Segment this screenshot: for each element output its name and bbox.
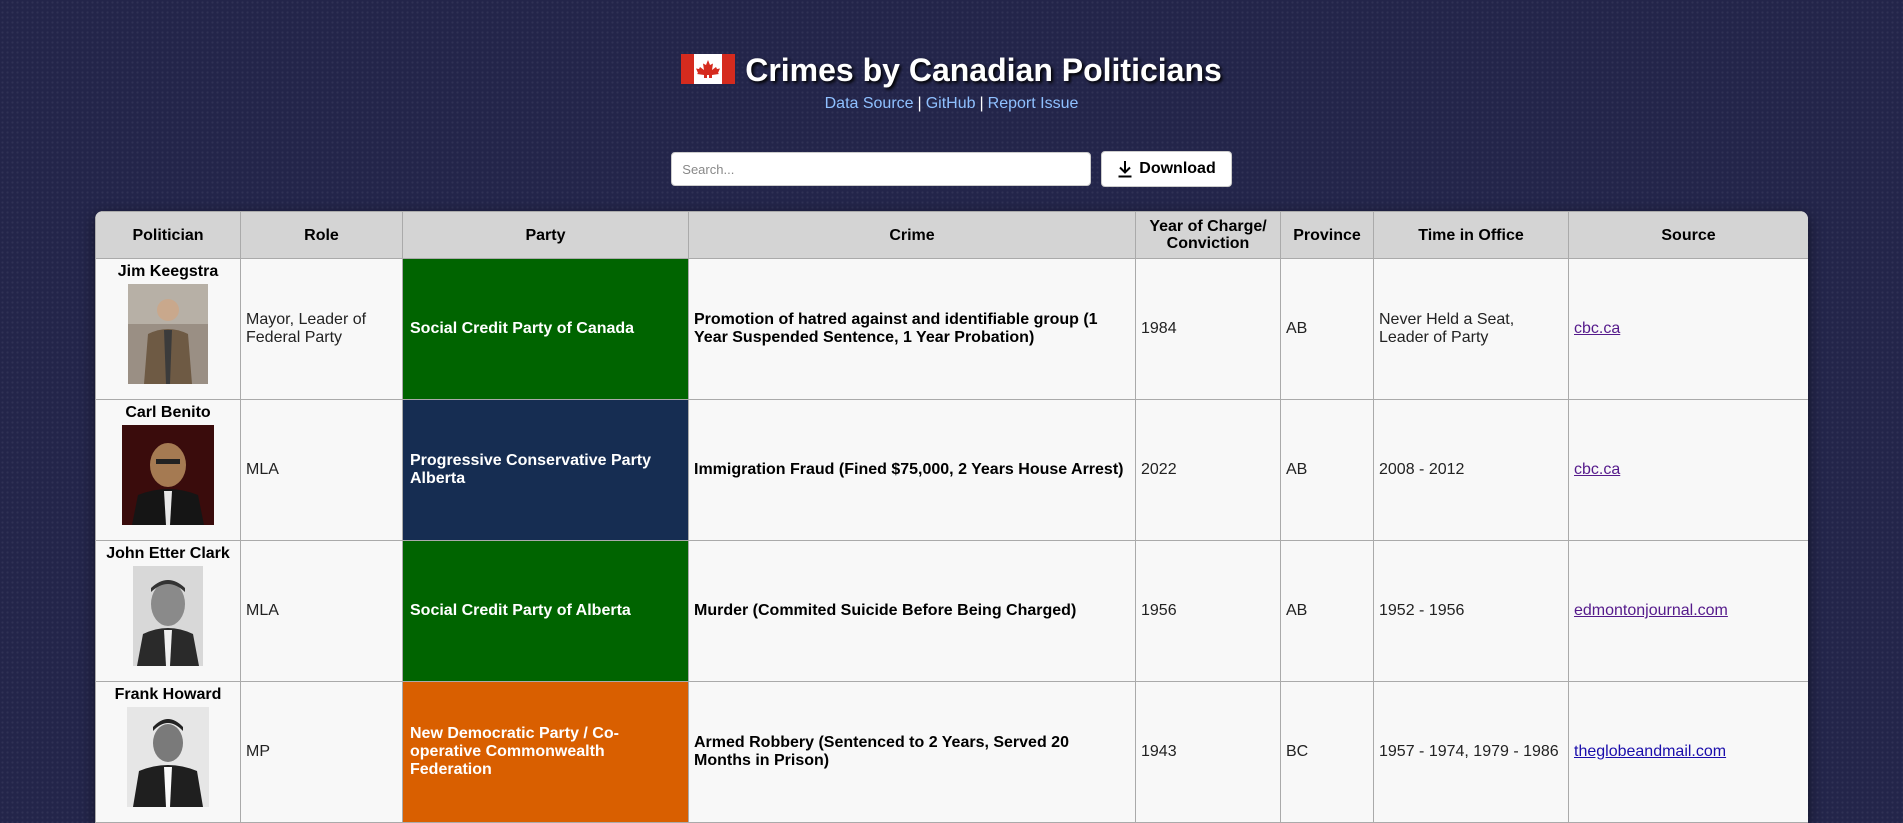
header-links: Data Source | GitHub | Report Issue — [0, 95, 1903, 113]
link-separator: | — [917, 95, 922, 112]
table-row: Jim Keegstra Mayor, Leader of Federal Pa… — [95, 258, 1808, 400]
column-header-time-in-office[interactable]: Time in Office — [1373, 211, 1569, 259]
time-in-office-cell: 1957 - 1974, 1979 - 1986 — [1373, 681, 1569, 823]
year-cell: 1956 — [1135, 540, 1281, 682]
column-header-party[interactable]: Party — [402, 211, 689, 259]
data-source-link[interactable]: Data Source — [825, 95, 914, 112]
report-issue-link[interactable]: Report Issue — [988, 95, 1079, 112]
column-header-role[interactable]: Role — [240, 211, 403, 259]
crime-cell: Promotion of hatred against and identifi… — [688, 258, 1136, 400]
download-button[interactable]: Download — [1101, 151, 1232, 187]
download-label: Download — [1139, 160, 1216, 177]
year-cell: 2022 — [1135, 399, 1281, 541]
time-in-office-cell: 1952 - 1956 — [1373, 540, 1569, 682]
politician-cell: Jim Keegstra — [95, 258, 241, 400]
party-cell: Progressive Conservative Party Alberta — [402, 399, 689, 541]
province-cell: AB — [1280, 399, 1374, 541]
politician-cell: John Etter Clark — [95, 540, 241, 682]
party-cell: New Democratic Party / Co-operative Comm… — [402, 681, 689, 823]
politician-name: Jim Keegstra — [117, 263, 219, 280]
role-cell: MLA — [240, 540, 403, 682]
year-cell: 1943 — [1135, 681, 1281, 823]
role-cell: MLA — [240, 399, 403, 541]
github-link[interactable]: GitHub — [926, 95, 976, 112]
party-cell: Social Credit Party of Canada — [402, 258, 689, 400]
source-cell: cbc.ca — [1568, 399, 1808, 541]
download-icon — [1118, 161, 1132, 178]
politician-name: John Etter Clark — [106, 545, 230, 562]
page-title: Crimes by Canadian Politicians — [745, 52, 1222, 88]
year-cell: 1984 — [1135, 258, 1281, 400]
time-in-office-cell: 2008 - 2012 — [1373, 399, 1569, 541]
role-cell: Mayor, Leader of Federal Party — [240, 258, 403, 400]
politician-cell: Frank Howard — [95, 681, 241, 823]
party-cell: Social Credit Party of Alberta — [402, 540, 689, 682]
source-link[interactable]: edmontonjournal.com — [1574, 602, 1728, 619]
source-link[interactable]: cbc.ca — [1574, 320, 1620, 337]
column-header-province[interactable]: Province — [1280, 211, 1374, 259]
source-link[interactable]: cbc.ca — [1574, 461, 1620, 478]
controls-bar: Download — [0, 151, 1903, 187]
politician-photo — [122, 425, 214, 525]
source-cell: theglobeandmail.com — [1568, 681, 1808, 823]
column-header-year[interactable]: Year of Charge/ Conviction — [1135, 211, 1281, 259]
crime-cell: Murder (Commited Suicide Before Being Ch… — [688, 540, 1136, 682]
politician-photo — [133, 566, 203, 666]
source-link[interactable]: theglobeandmail.com — [1574, 743, 1726, 760]
province-cell: BC — [1280, 681, 1374, 823]
politician-name: Carl Benito — [125, 404, 211, 421]
column-header-source[interactable]: Source — [1568, 211, 1808, 259]
search-input[interactable] — [671, 152, 1092, 186]
page-header: Crimes by Canadian Politicians Data Sour… — [0, 0, 1903, 113]
table-row: Frank Howard MP New Democratic Party / C… — [95, 681, 1808, 823]
politician-name: Frank Howard — [114, 686, 222, 703]
province-cell: AB — [1280, 540, 1374, 682]
politicians-table: Politician Role Party Crime Year of Char… — [95, 211, 1808, 823]
politician-cell: Carl Benito — [95, 399, 241, 541]
source-cell: edmontonjournal.com — [1568, 540, 1808, 682]
column-header-politician[interactable]: Politician — [95, 211, 241, 259]
title-row: Crimes by Canadian Politicians — [0, 52, 1903, 89]
link-separator: | — [979, 95, 984, 112]
crime-cell: Immigration Fraud (Fined $75,000, 2 Year… — [688, 399, 1136, 541]
table-row: Carl Benito MLA Progressive Conservative… — [95, 399, 1808, 541]
table-header-row: Politician Role Party Crime Year of Char… — [95, 211, 1808, 259]
province-cell: AB — [1280, 258, 1374, 400]
source-cell: cbc.ca — [1568, 258, 1808, 400]
politician-photo — [128, 284, 208, 384]
time-in-office-cell: Never Held a Seat, Leader of Party — [1373, 258, 1569, 400]
politicians-table-container: Politician Role Party Crime Year of Char… — [95, 211, 1808, 823]
canada-flag-icon — [681, 53, 736, 84]
column-header-crime[interactable]: Crime — [688, 211, 1136, 259]
politician-photo — [127, 707, 209, 807]
table-row: John Etter Clark MLA Social Credit Party… — [95, 540, 1808, 682]
role-cell: MP — [240, 681, 403, 823]
crime-cell: Armed Robbery (Sentenced to 2 Years, Ser… — [688, 681, 1136, 823]
